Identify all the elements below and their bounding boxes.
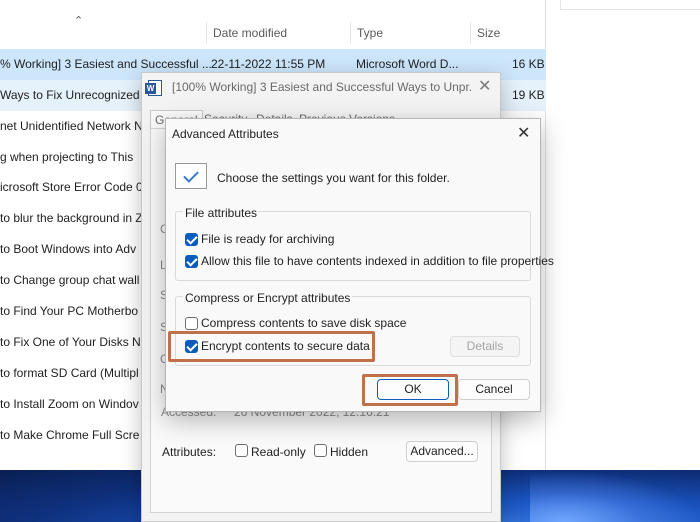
advanced-button[interactable]: Advanced...	[406, 441, 478, 462]
attributes-label: Attributes:	[162, 445, 217, 459]
file-attributes-label: File attributes	[183, 206, 260, 220]
sort-ascending-icon[interactable]: ⌃	[74, 14, 83, 27]
dialog-title: Advanced Attributes	[172, 127, 279, 141]
file-name: to Make Chrome Full Scre	[0, 428, 140, 442]
column-header-type[interactable]: Type	[350, 22, 470, 44]
readonly-checkbox[interactable]	[235, 444, 248, 457]
file-name: net Unidentified Network N	[0, 119, 143, 133]
intro-text: Choose the settings you want for this fo…	[217, 171, 450, 185]
cancel-button[interactable]: Cancel	[458, 379, 530, 400]
index-checkbox[interactable]	[185, 255, 198, 268]
close-icon[interactable]: ✕	[517, 123, 530, 143]
file-name: to blur the background in Z	[0, 211, 143, 225]
file-size: 19 KB	[512, 88, 545, 102]
file-name: to Fix One of Your Disks N	[0, 335, 141, 349]
folder-settings-icon	[175, 163, 207, 189]
compress-encrypt-label: Compress or Encrypt attributes	[183, 291, 353, 305]
column-header-size[interactable]: Size	[470, 22, 530, 44]
file-name: Ways to Fix Unrecognized D	[0, 88, 152, 102]
hidden-checkbox[interactable]	[314, 444, 327, 457]
wallpaper-bloom	[530, 470, 700, 522]
file-name: to format SD Card (Multipl	[0, 366, 139, 380]
hidden-label: Hidden	[330, 445, 369, 459]
file-name: g when projecting to This	[0, 150, 134, 164]
file-size: 16 KB	[512, 57, 545, 71]
explorer-right-pane	[546, 0, 700, 470]
compress-checkbox[interactable]	[185, 317, 198, 330]
file-name: icrosoft Store Error Code 0	[0, 180, 143, 194]
word-document-icon	[145, 80, 162, 96]
archive-checkbox[interactable]	[185, 233, 198, 246]
column-header-date[interactable]: Date modified	[206, 22, 350, 44]
encrypt-label: Encrypt contents to secure data	[201, 339, 370, 353]
encrypt-checkbox[interactable]	[185, 340, 198, 353]
ok-button[interactable]: OK	[377, 379, 449, 400]
close-icon[interactable]: ✕	[478, 76, 491, 96]
file-name: to Find Your PC Motherbo	[0, 304, 139, 318]
file-attributes-group	[175, 211, 531, 281]
archive-label: File is ready for archiving	[201, 232, 335, 246]
readonly-label: Read-only	[251, 445, 306, 459]
file-name: to Change group chat wall	[0, 273, 140, 287]
index-label: Allow this file to have contents indexed…	[201, 254, 554, 268]
explorer-right-toolbar	[560, 0, 700, 10]
details-button[interactable]: Details	[450, 336, 520, 357]
file-name: to Install Zoom on Windov	[0, 397, 139, 411]
compress-label: Compress contents to save disk space	[201, 316, 407, 330]
properties-title: [100% Working] 3 Easiest and Successful …	[172, 80, 472, 94]
file-name: to Boot Windows into Adv	[0, 242, 137, 256]
